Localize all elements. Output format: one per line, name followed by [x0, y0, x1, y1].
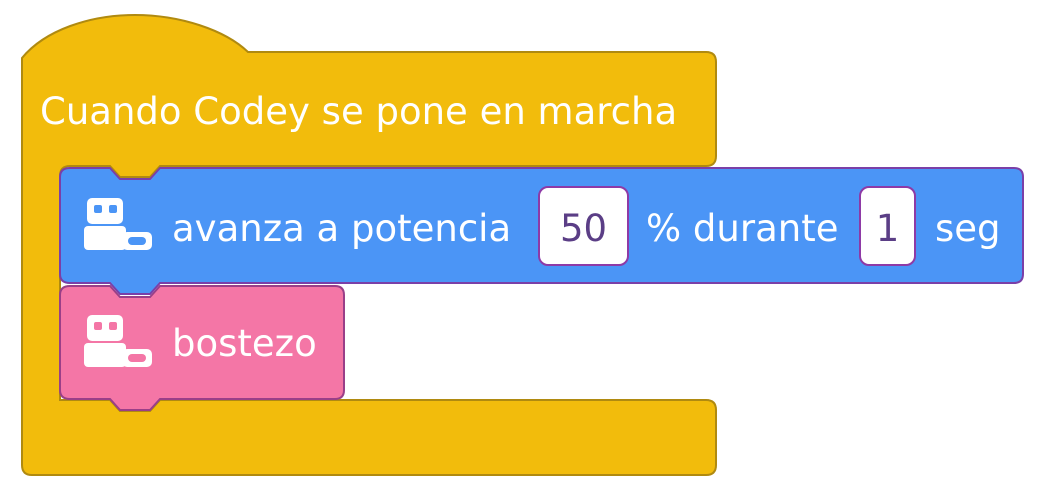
move-label-suffix: seg — [935, 207, 1001, 250]
move-label-middle: % durante — [646, 207, 838, 250]
yawn-block[interactable]: bostezo — [59, 285, 345, 411]
power-value: 50 — [560, 207, 607, 250]
move-block[interactable]: avanza a potencia 50 % durante 1 seg — [59, 167, 1024, 295]
event-hat-label: Cuando Codey se pone en marcha — [40, 90, 677, 133]
time-input[interactable]: 1 — [859, 186, 916, 266]
power-input[interactable]: 50 — [538, 186, 629, 266]
code-canvas: Cuando Codey se pone en marcha avanza a … — [21, 13, 1024, 476]
move-label-prefix: avanza a potencia — [172, 207, 511, 250]
yawn-label: bostezo — [172, 322, 317, 365]
time-value: 1 — [876, 207, 900, 250]
